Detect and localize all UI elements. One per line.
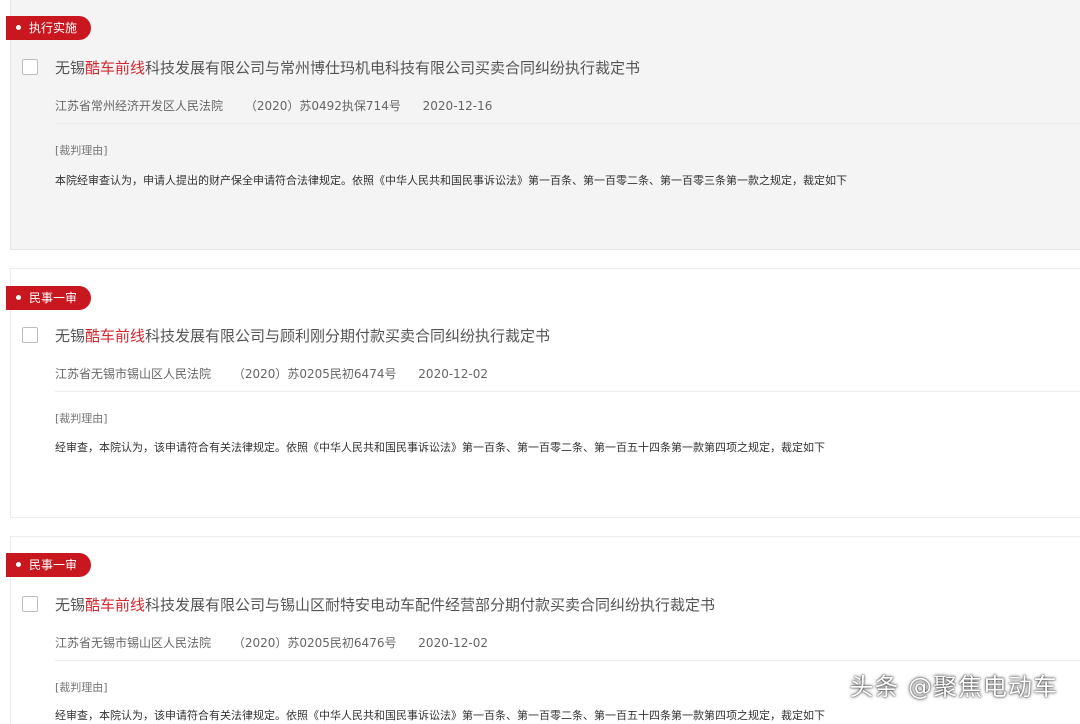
- title-prefix: 无锡: [55, 327, 86, 345]
- case-number: （2020）苏0205民初6474号: [232, 367, 397, 381]
- reason-text: 经审查，本院认为，该申请符合有关法律规定。依照《中华人民共和国民事诉讼法》第一百…: [55, 441, 825, 454]
- title-suffix: 科技发展有限公司与常州博仕玛机电科技有限公司买卖合同纠纷执行裁定书: [145, 59, 641, 77]
- reason-text: 经审查，本院认为，该申请符合有关法律规定。依照《中华人民共和国民事诉讼法》第一百…: [55, 709, 825, 722]
- select-checkbox[interactable]: [22, 327, 38, 343]
- case-number: （2020）苏0492执保714号: [244, 99, 401, 113]
- case-type-label: 民事一审: [29, 558, 78, 572]
- case-title-link[interactable]: 无锡酷车前线科技发展有限公司与常州博仕玛机电科技有限公司买卖合同纠纷执行裁定书: [55, 57, 640, 78]
- reason-text: 本院经审查认为，申请人提出的财产保全申请符合法律规定。依照《中华人民共和国民事诉…: [55, 174, 847, 187]
- result-card[interactable]: 执行实施 无锡酷车前线科技发展有限公司与常州博仕玛机电科技有限公司买卖合同纠纷执…: [6, 0, 1080, 250]
- watermark-text: 头条 @聚焦电动车: [849, 673, 1058, 701]
- reason-label: [裁判理由]: [55, 144, 108, 157]
- case-meta: 江苏省无锡市锡山区人民法院 （2020）苏0205民初6474号 2020-12…: [55, 365, 1080, 392]
- case-type-label: 执行实施: [29, 21, 78, 35]
- bullet-dot-icon: [16, 25, 21, 30]
- title-prefix: 无锡: [55, 59, 86, 77]
- judgment-date: 2020-12-02: [418, 636, 489, 650]
- select-checkbox[interactable]: [22, 59, 38, 75]
- bullet-dot-icon: [16, 295, 21, 300]
- reason-label: [裁判理由]: [55, 681, 108, 694]
- court-name: 江苏省无锡市锡山区人民法院: [55, 636, 212, 650]
- court-name: 江苏省常州经济开发区人民法院: [55, 99, 224, 113]
- title-keyword-highlight: 酷车前线: [85, 596, 146, 614]
- judgment-date: 2020-12-02: [418, 367, 489, 381]
- bullet-dot-icon: [16, 562, 21, 567]
- case-meta: 江苏省常州经济开发区人民法院 （2020）苏0492执保714号 2020-12…: [55, 97, 1080, 124]
- reason-label: [裁判理由]: [55, 412, 108, 425]
- case-type-label: 民事一审: [29, 291, 78, 305]
- title-suffix: 科技发展有限公司与锡山区耐特安电动车配件经营部分期付款买卖合同纠纷执行裁定书: [145, 596, 716, 614]
- judgment-date: 2020-12-16: [422, 99, 493, 113]
- title-prefix: 无锡: [55, 596, 86, 614]
- case-type-tag: 民事一审: [6, 553, 92, 577]
- case-title-link[interactable]: 无锡酷车前线科技发展有限公司与顾利刚分期付款买卖合同纠纷执行裁定书: [55, 325, 550, 346]
- title-suffix: 科技发展有限公司与顾利刚分期付款买卖合同纠纷执行裁定书: [145, 327, 551, 345]
- court-name: 江苏省无锡市锡山区人民法院: [55, 367, 212, 381]
- search-result-list: 执行实施 无锡酷车前线科技发展有限公司与常州博仕玛机电科技有限公司买卖合同纠纷执…: [0, 0, 1080, 724]
- case-number: （2020）苏0205民初6476号: [232, 636, 397, 650]
- result-card[interactable]: 民事一审 无锡酷车前线科技发展有限公司与顾利刚分期付款买卖合同纠纷执行裁定书 江…: [6, 268, 1080, 518]
- case-type-tag: 民事一审: [6, 286, 92, 310]
- case-type-tag: 执行实施: [6, 16, 92, 40]
- title-keyword-highlight: 酷车前线: [85, 59, 146, 77]
- case-meta: 江苏省无锡市锡山区人民法院 （2020）苏0205民初6476号 2020-12…: [55, 634, 1080, 661]
- select-checkbox[interactable]: [22, 596, 38, 612]
- case-title-link[interactable]: 无锡酷车前线科技发展有限公司与锡山区耐特安电动车配件经营部分期付款买卖合同纠纷执…: [55, 594, 715, 615]
- title-keyword-highlight: 酷车前线: [85, 327, 146, 345]
